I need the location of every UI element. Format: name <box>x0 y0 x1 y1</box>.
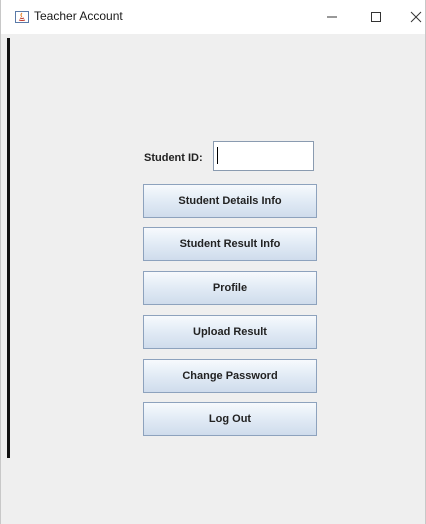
student-details-info-button[interactable]: Student Details Info <box>143 184 317 218</box>
text-caret <box>217 147 218 164</box>
minimize-button[interactable] <box>309 0 355 34</box>
change-password-button[interactable]: Change Password <box>143 359 317 393</box>
minimize-icon <box>327 16 337 18</box>
student-id-label: Student ID: <box>144 152 203 164</box>
upload-result-button[interactable]: Upload Result <box>143 315 317 349</box>
profile-button[interactable]: Profile <box>143 271 317 305</box>
student-id-input[interactable] <box>213 141 314 171</box>
log-out-button[interactable]: Log Out <box>143 402 317 436</box>
window-title: Teacher Account <box>34 9 123 23</box>
maximize-icon <box>371 12 381 22</box>
student-result-info-button[interactable]: Student Result Info <box>143 227 317 261</box>
close-button[interactable] <box>393 0 425 34</box>
java-app-icon <box>15 11 29 23</box>
teacher-account-window: Teacher Account Student ID: Student Deta… <box>0 0 426 524</box>
title-bar: Teacher Account <box>1 0 425 34</box>
content-panel: Student ID: Student Details Info Student… <box>1 34 425 524</box>
close-icon <box>410 11 422 23</box>
